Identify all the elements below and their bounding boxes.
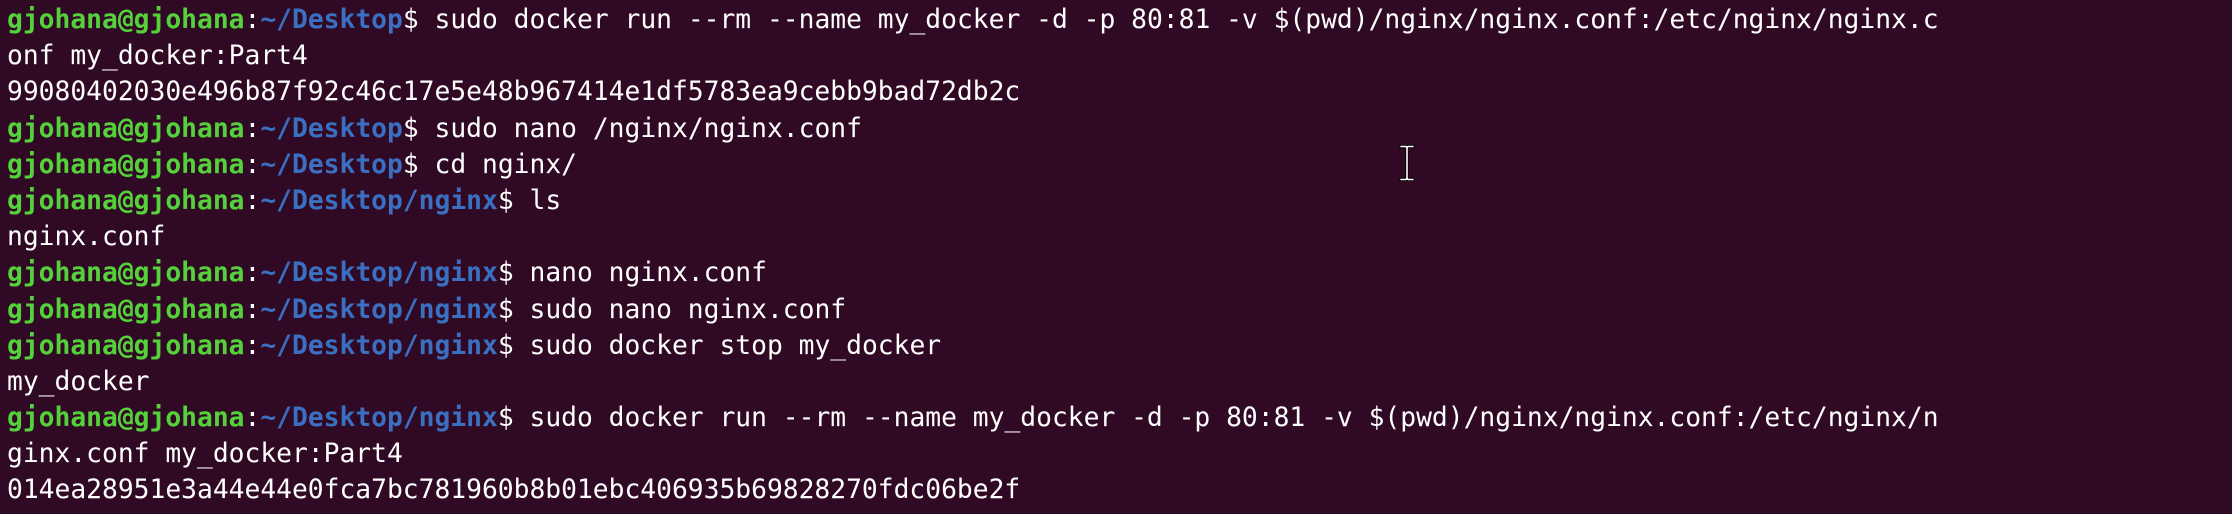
terminal-line: 99080402030e496b87f92c46c17e5e48b967414e… bbox=[7, 77, 1021, 108]
prompt-path: ~/Desktop/nginx bbox=[260, 258, 498, 289]
user-host: gjohana@gjohana bbox=[7, 294, 245, 325]
command-text: sudo nano nginx.conf bbox=[529, 294, 847, 325]
command-text: cd nginx/ bbox=[434, 149, 578, 180]
user-host: gjohana@gjohana bbox=[7, 5, 245, 35]
terminal-line: my_docker bbox=[7, 366, 150, 397]
prompt-path: ~/Desktop/nginx bbox=[260, 330, 498, 361]
command-text: sudo docker run --rm --name my_docker -d… bbox=[529, 403, 1939, 434]
terminal-line: onf my_docker:Part4 bbox=[7, 41, 308, 72]
terminal-line: 014ea28951e3a44e44e0fca7bc781960b8b01ebc… bbox=[7, 475, 1021, 506]
terminal-line: gjohana@gjohana:~/Desktop/nginx$ sudo na… bbox=[7, 294, 847, 325]
text-ibeam-cursor-icon bbox=[1399, 145, 1415, 181]
command-text: nano nginx.conf bbox=[529, 258, 767, 289]
user-host: gjohana@gjohana bbox=[7, 113, 245, 144]
terminal-line: nginx.conf bbox=[7, 222, 166, 253]
prompt-path: ~/Desktop bbox=[260, 113, 403, 144]
prompt-path: ~/Desktop bbox=[260, 5, 403, 35]
command-text: sudo docker run --rm --name my_docker -d… bbox=[434, 5, 1939, 35]
prompt-path: ~/Desktop/nginx bbox=[260, 403, 498, 434]
command-text: sudo docker stop my_docker bbox=[529, 330, 942, 361]
user-host: gjohana@gjohana bbox=[7, 403, 245, 434]
user-host: gjohana@gjohana bbox=[7, 258, 245, 289]
command-text: sudo nano /nginx/nginx.conf bbox=[434, 113, 862, 144]
terminal-line: gjohana@gjohana:~/Desktop/nginx$ nano ng… bbox=[7, 258, 767, 289]
terminal-line: gjohana@gjohana:~/Desktop/nginx$ sudo do… bbox=[7, 403, 1939, 434]
command-text: ls bbox=[529, 185, 562, 216]
terminal-output[interactable]: gjohana@gjohana:~/Desktop$ sudo docker r… bbox=[0, 0, 2232, 514]
terminal-line: gjohana@gjohana:~/Desktop/nginx$ ls bbox=[7, 185, 562, 216]
terminal-line: gjohana@gjohana:~/Desktop$ cd nginx/ bbox=[7, 149, 578, 180]
terminal-line: gjohana@gjohana:~/Desktop$ sudo nano /ng… bbox=[7, 113, 862, 144]
prompt-path: ~/Desktop/nginx bbox=[260, 185, 498, 216]
user-host: gjohana@gjohana bbox=[7, 149, 245, 180]
terminal-line: gjohana@gjohana:~/Desktop$ sudo docker r… bbox=[7, 5, 1939, 35]
user-host: gjohana@gjohana bbox=[7, 330, 245, 361]
prompt-path: ~/Desktop/nginx bbox=[260, 294, 498, 325]
terminal-line: ginx.conf my_docker:Part4 bbox=[7, 439, 403, 470]
terminal-line: gjohana@gjohana:~/Desktop/nginx$ sudo do… bbox=[7, 330, 942, 361]
user-host: gjohana@gjohana bbox=[7, 185, 245, 216]
prompt-path: ~/Desktop bbox=[260, 149, 403, 180]
